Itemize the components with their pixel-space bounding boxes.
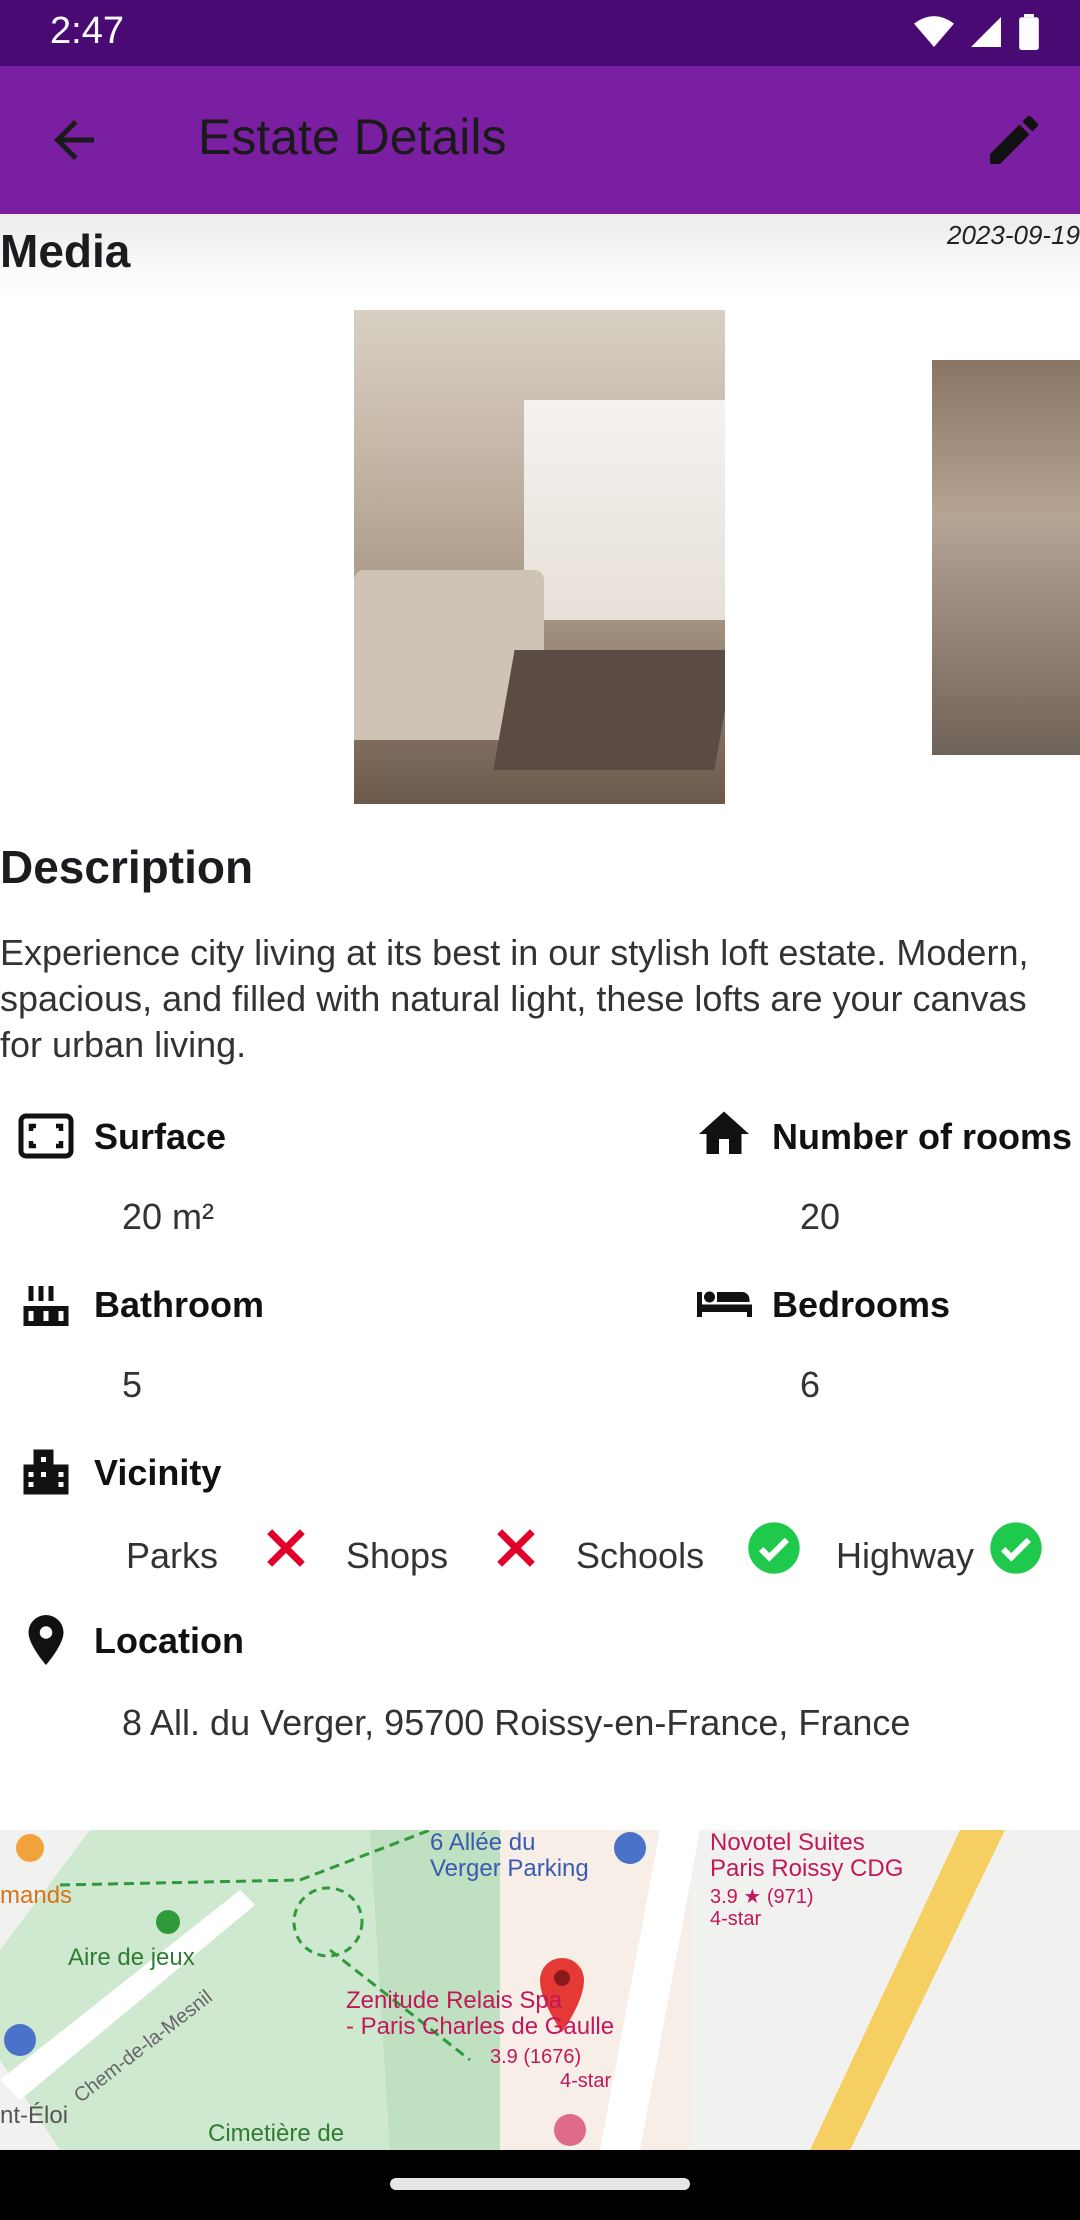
description-heading: Description [0,841,254,893]
status-bar: 2:47 [0,0,1080,66]
vicinity-schools: Schools [576,1535,705,1576]
bedrooms-label: Bedrooms [772,1284,951,1325]
city-icon [23,1449,69,1495]
edit-pencil-icon[interactable] [982,108,1046,172]
listing-date: 2023-09-19 [947,220,1080,250]
vicinity-label: Vicinity [94,1452,222,1493]
surface-value: 20 m² [122,1196,215,1237]
home-icon [699,1111,749,1154]
photo-rug [493,650,725,770]
estate-photo-kitchen[interactable] [932,360,1080,755]
vicinity-shops: Shops [346,1535,449,1576]
surface-label: Surface [94,1116,227,1157]
map-label-left2: nt-Éloi [0,2102,69,2129]
home-gesture-handle[interactable] [390,2178,690,2190]
bathtub-icon [23,1286,69,1326]
bathroom-value: 5 [122,1364,143,1405]
map-label-cemetery: Cimetière de [208,2120,345,2147]
page-title: Estate Details [198,109,507,165]
photo-window [524,400,725,620]
bed-icon [697,1291,752,1317]
surface-icon [18,1113,74,1159]
vicinity-highway: Highway [836,1535,975,1576]
location-address: 8 All. du Verger, 95700 Roissy-en-France… [122,1702,911,1743]
estate-photo-living-room[interactable] [354,310,725,804]
rooms-value: 20 [800,1196,841,1237]
media-heading: Media [0,225,131,277]
status-icons [914,14,1040,50]
status-time: 2:47 [50,10,124,52]
bathroom-label: Bathroom [94,1284,264,1325]
system-nav-bar [0,2150,1080,2220]
map-label-hotel-class: 4-star [560,2070,612,2092]
map-label-novotel: Novotel Suites Paris Roissy CDG [710,1830,904,1882]
schools-available-check-icon [748,1522,800,1574]
description-text: Experience city living at its best in ou… [0,932,1029,1065]
location-map[interactable]: 6 Allée du Verger Parking Novotel Suites… [0,1830,1080,2150]
signal-icon [971,17,1001,47]
location-pin-icon [28,1615,64,1665]
map-label-left1: mands [0,1882,73,1909]
rooms-label: Number of rooms [772,1116,1073,1157]
highway-available-check-icon [990,1522,1042,1574]
shops-unavailable-x-icon [497,1529,535,1567]
back-arrow-icon[interactable] [44,110,104,170]
map-label-park: Aire de jeux [68,1944,195,1971]
vicinity-parks: Parks [126,1535,219,1576]
app-bar: Estate Details [0,66,1080,214]
bedrooms-value: 6 [800,1364,821,1405]
battery-icon [1019,14,1039,50]
map-label-parking: 6 Allée du Verger Parking [430,1830,589,1882]
appbar-shadow [0,214,1080,294]
location-label: Location [94,1620,244,1661]
wifi-icon [914,16,954,47]
map-label-novotel-rating: 3.9 ★ (971) [710,1886,814,1908]
map-label-hotel-rating: 3.9 (1676) [490,2046,582,2068]
parks-unavailable-x-icon [267,1529,305,1567]
map-label-hotel: Zenitude Relais Spa - Paris Charles de G… [346,1987,615,2040]
map-label-novotel-class: 4-star [710,1908,762,1930]
